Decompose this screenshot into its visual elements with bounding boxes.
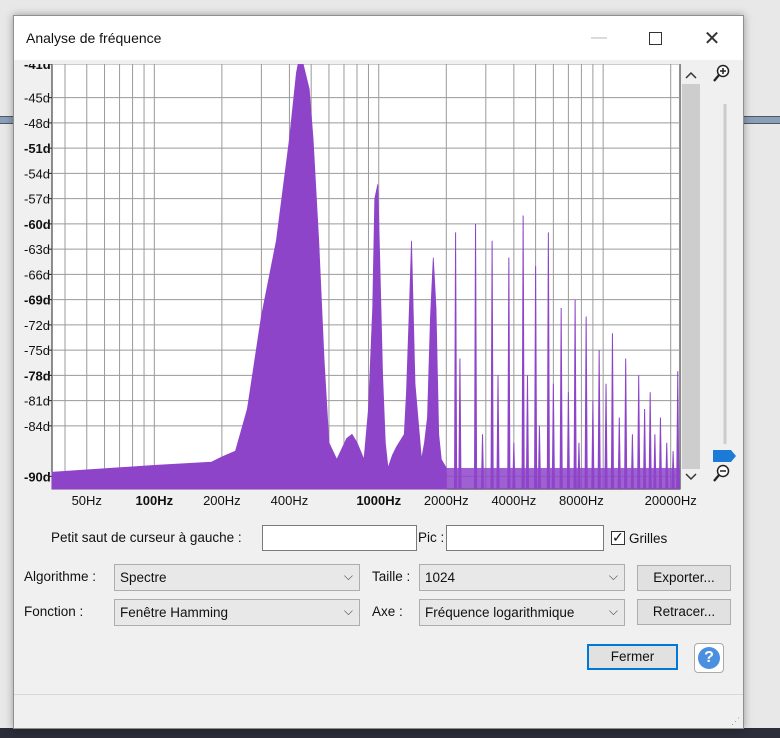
axis-dropdown[interactable]: Fréquence logarithmique ⌵ xyxy=(419,599,625,626)
function-value: Fenêtre Hamming xyxy=(120,605,229,620)
y-axis: -41d -45d -48d -51d -54d -57d -60d -63d -66d -69d… xyxy=(24,64,52,484)
close-button[interactable]: Fermer xyxy=(587,644,678,670)
x-tick-label: 200Hz xyxy=(203,493,241,508)
close-icon: ✕ xyxy=(703,27,721,50)
x-tick-label: 2000Hz xyxy=(424,493,469,508)
title-bar: Analyse de fréquence — ✕ xyxy=(14,16,743,60)
size-value: 1024 xyxy=(425,570,456,585)
frequency-analysis-window: Analyse de fréquence — ✕ -41d -45d -48d -51… xyxy=(13,15,744,729)
background-bottom-bar xyxy=(0,728,780,738)
function-dropdown[interactable]: Fenêtre Hamming ⌵ xyxy=(114,599,360,626)
size-dropdown[interactable]: 1024 ⌵ xyxy=(419,564,625,591)
y-tick-label: -78d xyxy=(24,368,51,383)
y-tick-label: -66d xyxy=(24,267,50,282)
chevron-down-icon: ⌵ xyxy=(608,604,618,618)
export-button[interactable]: Exporter... xyxy=(637,565,731,591)
algorithm-value: Spectre xyxy=(120,570,167,585)
y-tick-label: -51d xyxy=(24,141,51,156)
cursor-field[interactable] xyxy=(262,525,417,551)
y-tick-label: -48d xyxy=(24,116,50,131)
scrollbar-thumb[interactable] xyxy=(682,84,700,469)
y-tick-label: -72d xyxy=(24,318,50,333)
x-axis: 50Hz 100Hz 200Hz 400Hz 1000Hz 2000Hz 4000Hz 800… xyxy=(72,493,697,508)
grid-label: Grilles xyxy=(629,531,668,546)
maximize-icon xyxy=(648,31,662,45)
resize-grip-icon[interactable]: ⋰ xyxy=(731,716,740,727)
help-icon: ? xyxy=(698,647,720,669)
background-track-right xyxy=(742,116,780,124)
y-tick-label: -60d xyxy=(24,217,51,232)
axis-label: Axe : xyxy=(372,604,403,619)
y-tick-label: -81d xyxy=(24,394,50,409)
y-tick-label: -57d xyxy=(24,192,50,207)
minimize-icon: — xyxy=(591,29,607,46)
y-tick-label: -54d xyxy=(24,166,50,181)
y-tick-label: -45d xyxy=(24,91,50,106)
checkmark-icon: ✓ xyxy=(612,529,624,545)
window-title: Analyse de fréquence xyxy=(26,30,162,46)
status-bar: ⋰ xyxy=(14,694,743,729)
zoom-out-icon[interactable] xyxy=(713,464,730,482)
zoom-slider-thumb[interactable] xyxy=(713,450,736,462)
spectrum-plot: -41d -45d -48d -51d -54d -57d -60d -63d -66d -69d… xyxy=(24,64,736,508)
algorithm-dropdown[interactable]: Spectre ⌵ xyxy=(114,564,360,591)
x-tick-label: 100Hz xyxy=(136,493,174,508)
axis-value: Fréquence logarithmique xyxy=(425,605,575,620)
x-tick-label: 1000Hz xyxy=(356,493,401,508)
y-tick-label: -63d xyxy=(24,242,50,257)
chevron-down-icon: ⌵ xyxy=(343,604,353,618)
x-tick-label: 4000Hz xyxy=(491,493,536,508)
zoom-slider[interactable] xyxy=(713,104,736,462)
cursor-label: Petit saut de curseur à gauche : xyxy=(51,530,242,545)
x-tick-label: 400Hz xyxy=(271,493,309,508)
vertical-scrollbar[interactable] xyxy=(681,64,701,489)
size-label: Taille : xyxy=(372,569,411,584)
x-tick-label: 8000Hz xyxy=(559,493,604,508)
minimize-button[interactable]: — xyxy=(570,16,628,60)
x-tick-label: 50Hz xyxy=(72,493,102,508)
background-track-left xyxy=(0,116,14,124)
x-tick-label: 20000Hz xyxy=(645,493,697,508)
maximize-button[interactable] xyxy=(626,16,684,60)
peak-label: Pic : xyxy=(418,530,445,545)
replot-button[interactable]: Retracer... xyxy=(637,599,731,625)
y-tick-label: -90d xyxy=(24,469,51,484)
function-label: Fonction : xyxy=(24,604,84,619)
y-tick-label: -75d xyxy=(24,343,50,358)
y-tick-label: -41d xyxy=(24,64,51,72)
chevron-down-icon: ⌵ xyxy=(608,569,618,583)
help-button[interactable]: ? xyxy=(694,643,724,673)
chevron-down-icon: ⌵ xyxy=(343,569,353,583)
y-tick-label: -69d xyxy=(24,293,51,308)
grid-checkbox[interactable]: ✓ xyxy=(611,529,625,545)
y-tick-label: -84d xyxy=(24,419,50,434)
zoom-in-icon[interactable] xyxy=(713,64,730,82)
close-window-button[interactable]: ✕ xyxy=(683,16,741,60)
algorithm-label: Algorithme : xyxy=(24,569,97,584)
peak-field[interactable] xyxy=(446,525,604,551)
